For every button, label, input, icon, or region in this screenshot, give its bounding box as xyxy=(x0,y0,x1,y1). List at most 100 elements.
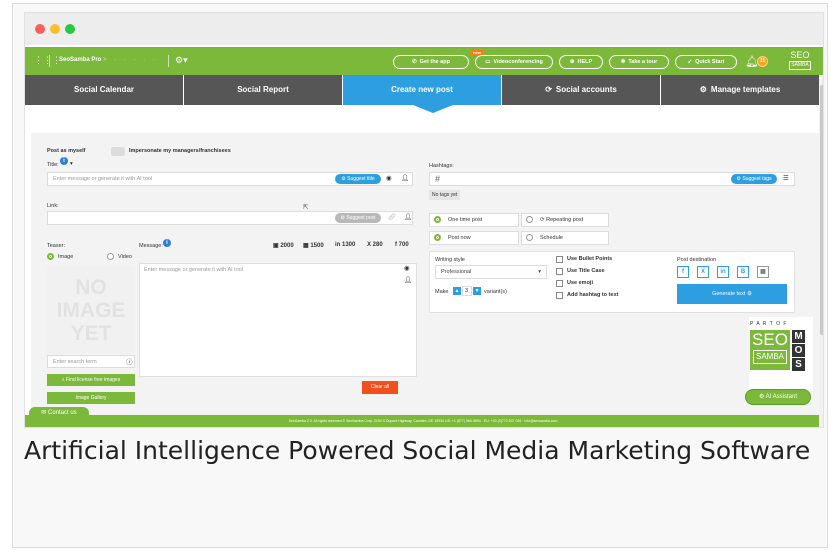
image-gallery-button[interactable]: Image Gallery xyxy=(47,392,135,404)
post-now-option[interactable]: Post now xyxy=(429,231,519,245)
post-now-radio[interactable] xyxy=(434,234,441,241)
quick-start-button[interactable]: ➶ Quick Start xyxy=(675,55,737,69)
increment-button[interactable]: ▼ xyxy=(473,287,481,295)
info-icon[interactable]: i xyxy=(60,157,68,165)
ai-assistant-button[interactable]: ⚙ AI Assistant xyxy=(745,389,811,405)
help-button[interactable]: ⊕ HELP xyxy=(559,55,603,69)
get-the-app-button[interactable]: ✆ Get the app xyxy=(393,55,469,69)
tab-social-report[interactable]: Social Report xyxy=(184,75,342,105)
tab-social-accounts[interactable]: ⟳ Social accounts xyxy=(502,75,660,105)
link-label: Link: xyxy=(47,203,59,209)
generate-text-button[interactable]: Generate text ⚙ xyxy=(677,284,787,304)
one-time-post-radio[interactable] xyxy=(434,216,441,223)
chevron-down-icon[interactable]: ▾ xyxy=(70,161,73,167)
main-tabs: Social Calendar Social Report Create new… xyxy=(25,75,823,105)
info-icon[interactable]: i xyxy=(163,239,171,247)
title-case-checkbox[interactable] xyxy=(556,268,563,275)
globe-icon[interactable]: ◉ xyxy=(404,264,410,272)
post-now-label: Post now xyxy=(448,235,471,241)
gbp-limit-value: 1500 xyxy=(310,243,324,249)
settings-gear-icon[interactable]: ⚙▾ xyxy=(175,55,188,66)
close-window-dot[interactable] xyxy=(35,24,45,34)
window-titlebar xyxy=(25,13,823,45)
clear-all-button[interactable]: Clear all xyxy=(362,381,398,394)
add-hashtag-checkbox[interactable] xyxy=(556,292,563,299)
find-images-label: Find license free images xyxy=(66,377,121,383)
linkedin-destination-icon[interactable]: in xyxy=(717,266,729,278)
notification-count[interactable]: 11 xyxy=(757,56,768,67)
tab-manage-templates[interactable]: ⚙ Manage templates xyxy=(661,75,819,105)
decrement-button[interactable]: ▲ xyxy=(453,287,461,295)
user-icon[interactable]: 👤︎ xyxy=(404,276,412,284)
make-label: Make xyxy=(435,289,449,295)
list-icon[interactable]: ☰ xyxy=(783,174,789,182)
globe-icon[interactable]: ◉ xyxy=(386,174,392,182)
take-a-tour-button[interactable]: ✱ Take a tour xyxy=(609,55,669,69)
hashtag-prefix: # xyxy=(435,174,441,184)
scrollbar-thumb[interactable] xyxy=(820,85,823,335)
repeating-post-radio[interactable] xyxy=(526,216,533,223)
active-tab-arrow xyxy=(413,105,453,113)
image-option-label: Image xyxy=(58,254,74,260)
scrollbar[interactable] xyxy=(819,75,823,427)
no-image-line: YET xyxy=(70,322,112,345)
variants-label: variant(s) xyxy=(484,289,507,295)
tab-label: Create new post xyxy=(391,85,453,94)
tab-label: Social Report xyxy=(237,85,289,94)
tab-social-calendar[interactable]: Social Calendar xyxy=(25,75,183,105)
seosamba-logo[interactable]: SEO SAMBA xyxy=(789,50,811,72)
repeating-post-option[interactable]: ⟳ Repeating post xyxy=(521,213,609,227)
info-outline-icon[interactable]: ⓘ xyxy=(126,356,133,366)
find-images-button[interactable]: ⌕ Find license free images xyxy=(47,374,135,386)
variant-count[interactable]: 3 xyxy=(462,286,472,296)
schedule-option[interactable]: Schedule xyxy=(521,231,609,245)
impersonate-toggle[interactable] xyxy=(111,147,125,156)
part-of-text: P A R T O F xyxy=(750,321,788,327)
link-icon[interactable]: 🔗︎ xyxy=(388,213,396,221)
suggest-post-button[interactable]: ⚙ Suggest post xyxy=(335,213,381,223)
videoconferencing-label: Videoconferencing xyxy=(493,59,543,65)
gear-icon: ⚙ xyxy=(699,85,707,94)
top-nav: ⋮⋮⋮ SeoSamba Pro > · · · · · ⚙▾ ✆ Get the… xyxy=(25,47,823,75)
one-time-post-option[interactable]: One time post xyxy=(429,213,519,227)
image-search-input[interactable]: Enter search term xyxy=(47,355,135,368)
user-icon[interactable]: 👤︎ xyxy=(401,174,409,182)
post-as-myself-label: Post as myself xyxy=(47,148,86,154)
apps-grid-icon[interactable]: ⋮⋮⋮ xyxy=(34,56,61,65)
bullet-points-checkbox[interactable] xyxy=(556,256,563,263)
tab-create-new-post[interactable]: Create new post xyxy=(343,75,501,105)
user-icon[interactable]: 👤︎ xyxy=(404,213,412,221)
videoconferencing-button[interactable]: ▭ Videoconferencing xyxy=(475,55,553,69)
image-gallery-label: Image Gallery xyxy=(75,395,107,401)
clear-all-label: Clear all xyxy=(370,384,390,390)
maximize-window-dot[interactable] xyxy=(65,24,75,34)
facebook-limit: ▣ 2000 xyxy=(273,242,294,249)
gbp-destination-icon[interactable]: ▦ xyxy=(757,266,769,278)
use-emoji-checkbox[interactable] xyxy=(556,280,563,287)
nav-divider xyxy=(49,55,50,67)
schedule-radio[interactable] xyxy=(526,234,533,241)
minimize-window-dot[interactable] xyxy=(50,24,60,34)
writing-style-select[interactable]: Professional ▾ xyxy=(435,265,547,279)
one-time-post-label: One time post xyxy=(448,217,483,223)
tab-label: Social accounts xyxy=(555,85,617,94)
image-radio[interactable] xyxy=(47,253,54,260)
help-label: HELP xyxy=(577,59,593,65)
facebook-destination-icon[interactable]: f xyxy=(677,266,689,278)
x-destination-icon[interactable]: X xyxy=(697,266,709,278)
title-case-label: Use Title Case xyxy=(567,268,605,274)
mouse-cursor-icon: ⇱ xyxy=(303,204,309,211)
contact-us-button[interactable]: ✉ Contact us xyxy=(29,407,89,419)
brand-name[interactable]: SeoSamba Pro xyxy=(59,57,101,63)
badge-letter: M xyxy=(792,330,805,343)
chevron-down-icon: ▾ xyxy=(538,269,541,275)
blog-destination-icon[interactable]: B xyxy=(737,266,749,278)
video-radio[interactable] xyxy=(107,253,114,260)
no-image-line: NO xyxy=(75,276,107,299)
suggest-tags-button[interactable]: ⚙ Suggest tags xyxy=(731,174,777,184)
tab-label: Manage templates xyxy=(710,85,781,94)
message-textarea[interactable]: Enter message or generate it with AI too… xyxy=(139,263,417,377)
suggest-title-button[interactable]: ⚙ Suggest title xyxy=(335,174,381,184)
footer-text: SeoSamba 2.0. All rights reserved © SeoS… xyxy=(288,419,558,423)
video-option-label: Video xyxy=(118,254,132,260)
